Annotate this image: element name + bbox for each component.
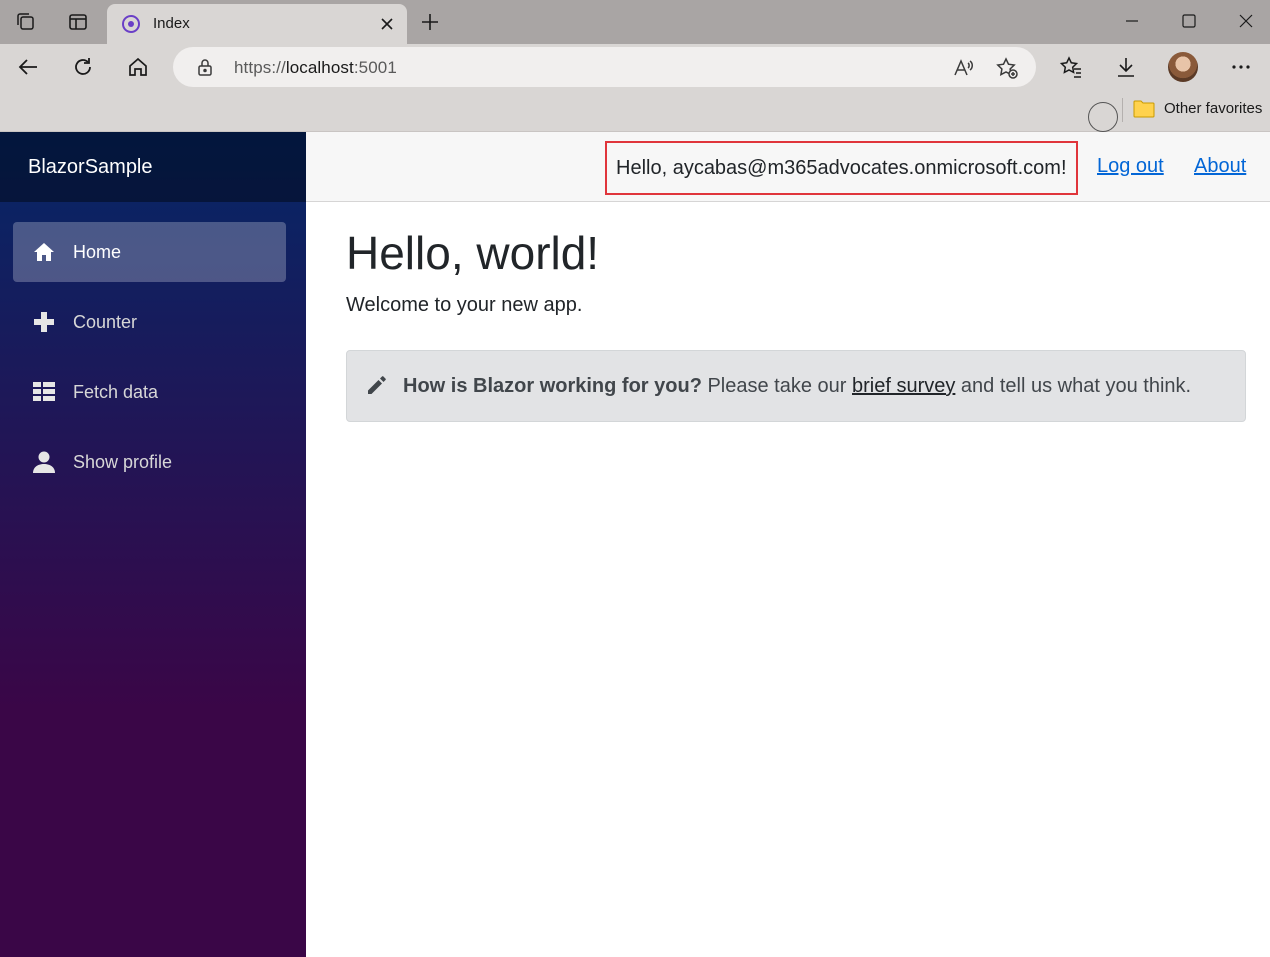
profile-avatar[interactable] [1168, 52, 1198, 82]
downloads-icon[interactable] [1112, 53, 1140, 81]
refresh-icon[interactable] [69, 53, 97, 81]
brand-link[interactable]: BlazorSample [28, 156, 153, 179]
favorites-icon[interactable] [1057, 53, 1085, 81]
sidebar-item-label: Home [73, 242, 122, 262]
pencil-icon [365, 373, 389, 397]
survey-link[interactable]: brief survey [852, 375, 955, 397]
sidebar-item-label: Counter [73, 312, 138, 332]
survey-pre: Please take our [701, 375, 852, 397]
sidebar-item-fetch-data[interactable]: Fetch data [13, 362, 286, 422]
about-link[interactable]: About [1194, 155, 1246, 178]
survey-post: and tell us what you think. [955, 375, 1192, 397]
lock-icon[interactable] [195, 57, 215, 77]
sidebar-item-label: Show profile [73, 452, 173, 472]
add-favorite-icon[interactable] [995, 56, 1019, 80]
brand-bar: BlazorSample [0, 132, 306, 202]
favorites-divider [1122, 98, 1123, 122]
survey-question: How is Blazor working for you? [403, 375, 702, 397]
survey-text: How is Blazor working for you? Please ta… [403, 375, 1191, 398]
new-tab-icon[interactable] [418, 10, 442, 34]
folder-icon[interactable] [1133, 99, 1155, 119]
sidebar: BlazorSample Home Counter Fetch data Sho… [0, 132, 306, 957]
home-browser-icon[interactable] [124, 53, 152, 81]
tab-title: Index [153, 15, 190, 32]
sidebar-item-counter[interactable]: Counter [13, 292, 286, 352]
user-greeting: Hello, aycabas@m365advocates.onmicrosoft… [605, 141, 1078, 195]
maximize-icon[interactable] [1174, 6, 1204, 36]
sidebar-item-label: Fetch data [73, 382, 159, 402]
browser-toolbar: https://localhost:5001 [0, 44, 1270, 90]
workspaces-icon[interactable] [14, 10, 38, 34]
blazor-favicon-icon [121, 14, 141, 34]
main-content: Hello, aycabas@m365advocates.onmicrosoft… [306, 132, 1270, 957]
logout-link[interactable]: Log out [1097, 155, 1164, 178]
more-options-icon[interactable] [1227, 53, 1255, 81]
page-title: Hello, world! [346, 227, 600, 279]
cursor-circle-icon [1088, 102, 1118, 132]
other-favorites-link[interactable]: Other favorites [1164, 100, 1262, 117]
read-aloud-icon[interactable] [951, 56, 975, 80]
top-row: Hello, aycabas@m365advocates.onmicrosoft… [306, 132, 1270, 202]
home-icon [31, 240, 57, 264]
address-bar[interactable]: https://localhost:5001 [173, 47, 1036, 87]
favorites-bar: Other favorites [0, 90, 1270, 132]
back-icon[interactable] [14, 53, 42, 81]
person-icon [31, 450, 57, 474]
close-window-icon[interactable] [1231, 6, 1261, 36]
survey-prompt: How is Blazor working for you? Please ta… [346, 350, 1246, 422]
plus-icon [31, 310, 57, 334]
sidebar-item-show-profile[interactable]: Show profile [13, 432, 286, 492]
list-icon [31, 380, 57, 404]
vertical-tabs-icon[interactable] [66, 10, 90, 34]
close-tab-icon[interactable] [377, 14, 397, 34]
sidebar-item-home[interactable]: Home [13, 222, 286, 282]
welcome-text: Welcome to your new app. [346, 294, 583, 316]
browser-tab-bar: Index [0, 0, 1270, 44]
tab-index[interactable]: Index [107, 4, 407, 44]
url-text[interactable]: https://localhost:5001 [234, 58, 397, 78]
minimize-icon[interactable] [1117, 6, 1147, 36]
